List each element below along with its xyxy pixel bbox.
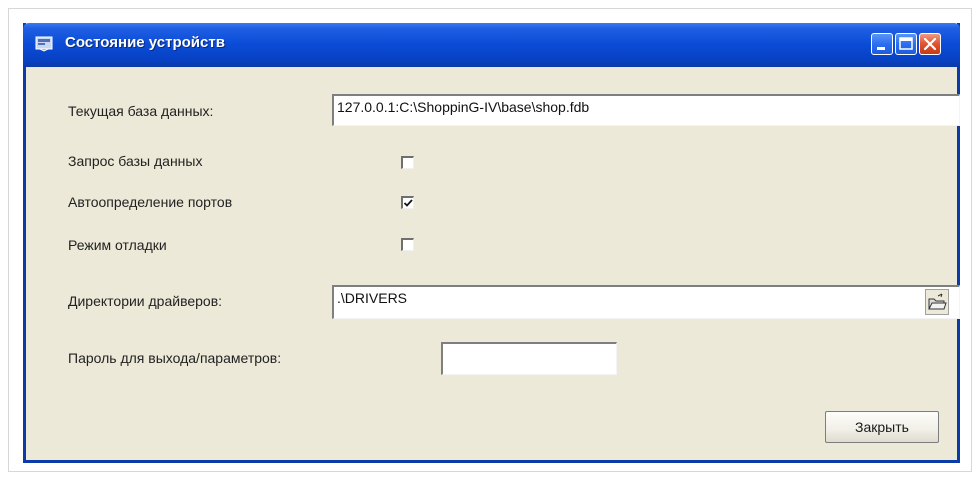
minimize-icon <box>877 47 885 50</box>
exit-password-label: Пароль для выхода/параметров: <box>68 350 282 366</box>
close-button[interactable]: Закрыть <box>825 411 939 443</box>
exit-password-field[interactable] <box>441 342 617 375</box>
db-query-checkbox[interactable] <box>401 156 414 169</box>
title-bar[interactable]: Состояние устройств <box>23 23 960 67</box>
close-window-button[interactable] <box>919 33 941 55</box>
window-title: Состояние устройств <box>65 34 225 51</box>
current-db-label: Текущая база данных: <box>68 103 214 119</box>
current-db-field[interactable]: 127.0.0.1:C:\ShoppinG-IV\base\shop.fdb <box>332 94 960 126</box>
device-status-window: Состояние устройств Текущая база данных:… <box>23 23 960 463</box>
port-autodetect-label: Автоопределение портов <box>68 194 233 210</box>
debug-mode-label: Режим отладки <box>68 237 167 253</box>
maximize-icon <box>899 37 913 50</box>
close-icon <box>923 37 937 51</box>
drivers-dir-label: Директории драйверов: <box>68 293 223 309</box>
checkmark-icon <box>403 199 413 207</box>
db-query-label: Запрос базы данных <box>68 153 203 169</box>
browse-drivers-button[interactable] <box>925 289 949 315</box>
debug-mode-checkbox[interactable] <box>401 238 414 251</box>
folder-browse-icon <box>928 293 947 310</box>
minimize-button[interactable] <box>871 33 893 55</box>
drivers-dir-field[interactable]: .\DRIVERS <box>332 285 960 319</box>
maximize-button[interactable] <box>895 33 917 55</box>
port-autodetect-checkbox[interactable] <box>401 196 414 209</box>
app-settings-icon <box>35 36 53 52</box>
